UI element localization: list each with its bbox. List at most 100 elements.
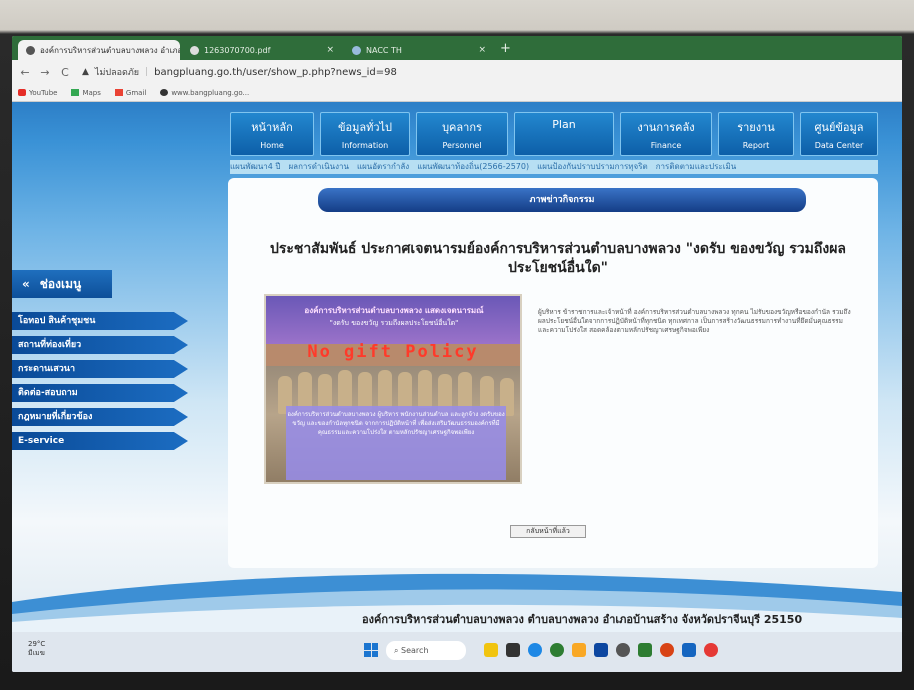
side-item-contact[interactable]: ติดต่อ-สอบถาม	[12, 384, 188, 402]
warning-icon: ▲	[82, 67, 89, 77]
person	[418, 370, 432, 408]
menu-label-en: Home	[260, 141, 284, 150]
new-tab-button[interactable]: +	[500, 41, 511, 56]
submenu-item[interactable]: แผนพัฒนาท้องถิ่น(2566-2570)	[417, 160, 529, 174]
menu-label-th: ศูนย์ข้อมูล	[814, 121, 864, 134]
close-tab-icon[interactable]: ×	[478, 45, 486, 55]
start-button[interactable]	[364, 643, 378, 657]
person	[378, 370, 392, 408]
url-field[interactable]: ▲ ไม่ปลอดภัย | bangpluang.go.th/user/sho…	[82, 65, 397, 79]
submenu-item[interactable]: ผลการดำเนินงาน	[288, 160, 348, 174]
bookmarks-bar: YouTube Maps Gmail www.bangpluang.go...	[12, 84, 902, 102]
monitor-screen: องค์การบริหารส่วนตำบลบางพลวง อำเภอ × 126…	[12, 36, 902, 672]
menu-label-en: Finance	[650, 141, 682, 150]
menu-home[interactable]: หน้าหลัก Home	[230, 112, 314, 156]
menu-finance[interactable]: งานการคลัง Finance	[620, 112, 712, 156]
menu-personnel[interactable]: บุคลากร Personnel	[416, 112, 508, 156]
footer-address: องค์การบริหารส่วนตำบลบางพลวง ตำบลบางพลวง…	[362, 613, 803, 626]
side-item-otop[interactable]: โอทอป สินค้าชุมชน	[12, 312, 188, 330]
weather-desc: มีเมฆ	[28, 649, 45, 657]
menu-label-th: บุคลากร	[442, 121, 482, 134]
security-label: ไม่ปลอดภัย	[94, 68, 140, 78]
main-menu: หน้าหลัก Home ข้อมูลทั่วไป Information บ…	[230, 112, 878, 162]
photo-subtitle: "งดรับ ของขวัญ รวมถึงผลประโยชน์อื่นใด"	[329, 319, 459, 327]
menu-report[interactable]: รายงาน Report	[718, 112, 794, 156]
menu-label-th: หน้าหลัก	[251, 121, 293, 134]
bookmark-gmail[interactable]: Gmail	[114, 89, 146, 97]
word-icon[interactable]	[682, 643, 696, 657]
submenu-item[interactable]: แผนป้องกันปราบปรามการทุจริต	[537, 160, 648, 174]
submenu-item[interactable]: แผนพัฒนา4 ปี	[230, 160, 280, 174]
chrome-alt-icon[interactable]	[704, 643, 718, 657]
submenu-item[interactable]: การติดตามและประเมิน	[656, 160, 737, 174]
no-gift-policy-text: No gift Policy	[307, 342, 479, 362]
section-banner: ภาพข่าวกิจกรรม	[318, 188, 806, 212]
side-item-laws[interactable]: กฎหมายที่เกี่ยวข้อง	[12, 408, 188, 426]
bookmark-maps[interactable]: Maps	[71, 89, 101, 97]
person	[458, 372, 472, 410]
gmail-icon	[114, 89, 123, 96]
side-item-eservice[interactable]: E-service	[12, 432, 188, 450]
side-menu: « ช่องเมนู โอทอป สินค้าชุมชน สถานที่ท่อง…	[12, 270, 202, 456]
forward-button[interactable]: →	[38, 66, 52, 79]
menu-label-en: Data Center	[814, 141, 864, 150]
office-icon[interactable]	[660, 643, 674, 657]
weather-temp: 29°C	[28, 640, 46, 648]
person	[398, 372, 412, 410]
chrome-icon[interactable]	[550, 643, 564, 657]
search-placeholder: Search	[401, 646, 429, 655]
os-taskbar: 29°C มีเมฆ ⌕ Search	[12, 632, 902, 672]
tab-pdf[interactable]: 1263070700.pdf ×	[182, 40, 342, 60]
side-item-webboard[interactable]: กระดานเสวนา	[12, 360, 188, 378]
menu-data-center[interactable]: ศูนย์ข้อมูล Data Center	[800, 112, 878, 156]
menu-label-en: Information	[341, 141, 389, 150]
youtube-icon	[18, 89, 26, 96]
bookmark-bangpluang[interactable]: www.bangpluang.go...	[160, 89, 249, 97]
weather-widget[interactable]: 29°C มีเมฆ	[28, 640, 45, 659]
menu-label-en: Personnel	[442, 141, 482, 150]
tab-nacc[interactable]: NACC TH ×	[344, 40, 494, 60]
pdf-favicon-icon	[190, 45, 199, 55]
file-icon[interactable]	[506, 643, 520, 657]
close-tab-icon[interactable]: ×	[326, 45, 334, 55]
task-view-icon[interactable]	[484, 643, 498, 657]
menu-label-th: Plan	[552, 118, 576, 131]
maps-icon	[71, 89, 80, 96]
menu-plan[interactable]: Plan	[514, 112, 614, 156]
person	[338, 370, 352, 408]
store-icon[interactable]	[594, 643, 608, 657]
app-icon[interactable]	[638, 643, 652, 657]
back-button[interactable]: กลับหน้าที่แล้ว	[510, 525, 586, 538]
menu-information[interactable]: ข้อมูลทั่วไป Information	[320, 112, 410, 156]
submenu-item[interactable]: แผนอัตรากำลัง	[357, 160, 409, 174]
bookmark-youtube[interactable]: YouTube	[18, 89, 57, 97]
news-photo[interactable]: องค์การบริหารส่วนตำบลบางพลวง แสดงเจตนารม…	[264, 294, 522, 484]
tab-label: 1263070700.pdf	[204, 45, 271, 55]
policy-sign: องค์การบริหารส่วนตำบลบางพลวง ผู้บริหาร พ…	[286, 406, 506, 480]
web-page: หน้าหลัก Home ข้อมูลทั่วไป Information บ…	[12, 102, 902, 632]
sub-menu: แผนพัฒนา4 ปี ผลการดำเนินงาน แผนอัตรากำลั…	[230, 160, 878, 174]
url-text: bangpluang.go.th/user/show_p.php?news_id…	[154, 66, 397, 78]
person	[358, 372, 372, 410]
news-heading: ประชาสัมพันธ์ ประกาศเจตนารมย์องค์การบริห…	[270, 241, 846, 276]
browser-tab-bar: องค์การบริหารส่วนตำบลบางพลวง อำเภอ × 126…	[12, 36, 902, 60]
menu-label-th: รายงาน	[737, 121, 775, 134]
tab-label: องค์การบริหารส่วนตำบลบางพลวง อำเภอ	[40, 45, 180, 55]
globe-icon	[160, 89, 169, 96]
edge-icon[interactable]	[528, 643, 542, 657]
site-favicon-icon	[26, 45, 35, 55]
taskbar-search[interactable]: ⌕ Search	[386, 641, 466, 660]
side-menu-title: « ช่องเมนู	[12, 270, 112, 298]
dell-icon[interactable]	[616, 643, 630, 657]
back-button[interactable]: ←	[18, 66, 32, 79]
photo-title: องค์การบริหารส่วนตำบลบางพลวง แสดงเจตนารม…	[304, 306, 484, 315]
menu-label-th: งานการคลัง	[637, 121, 695, 134]
tab-active[interactable]: องค์การบริหารส่วนตำบลบางพลวง อำเภอ ×	[18, 40, 180, 60]
address-bar-row: ← → C ▲ ไม่ปลอดภัย | bangpluang.go.th/us…	[12, 60, 902, 84]
collapse-arrow-icon[interactable]: «	[22, 277, 30, 291]
menu-label-en: Report	[742, 141, 770, 150]
reload-button[interactable]: C	[58, 66, 72, 79]
person	[298, 372, 312, 410]
folder-icon[interactable]	[572, 643, 586, 657]
side-item-tourism[interactable]: สถานที่ท่องเที่ยว	[12, 336, 188, 354]
